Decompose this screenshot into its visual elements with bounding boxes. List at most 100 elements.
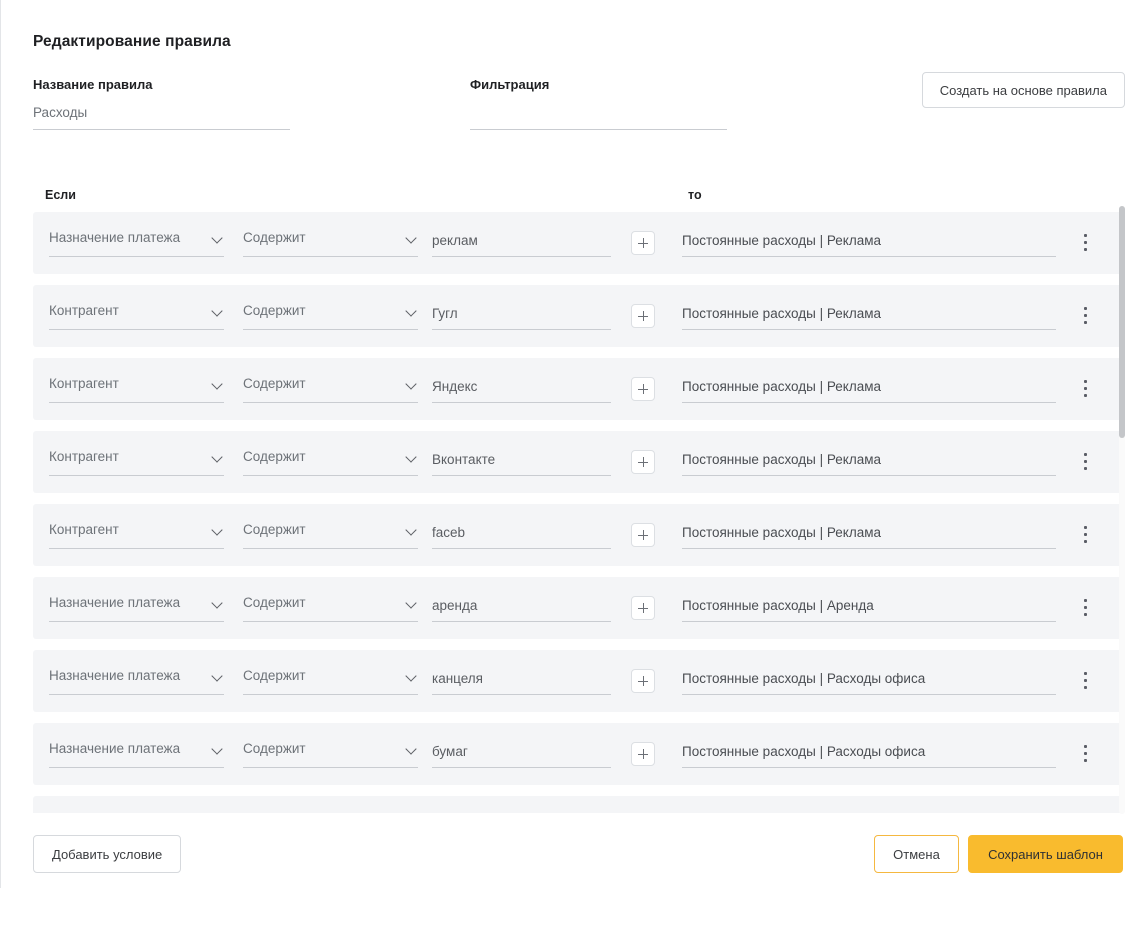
row-menu-wrap <box>1077 595 1095 621</box>
condition-operator-select[interactable]: Содержит <box>243 521 418 549</box>
plus-icon[interactable] <box>631 231 655 255</box>
condition-field-select[interactable]: Контрагент <box>49 521 224 549</box>
kebab-menu-icon[interactable] <box>1077 522 1095 548</box>
condition-row: Назначение платежа Содержит <box>33 212 1123 274</box>
conditions-scrollbar-thumb[interactable] <box>1119 206 1125 438</box>
condition-row: Назначение платежа Содержит <box>33 723 1123 785</box>
condition-operator-select[interactable]: Содержит <box>243 375 418 403</box>
cancel-button[interactable]: Отмена <box>874 835 959 873</box>
plus-icon[interactable] <box>631 596 655 620</box>
save-template-button[interactable]: Сохранить шаблон <box>968 835 1123 873</box>
condition-value-input[interactable] <box>432 667 611 695</box>
kebab-menu-icon[interactable] <box>1077 230 1095 256</box>
chevron-down-icon <box>212 232 224 244</box>
condition-value-input[interactable] <box>432 594 611 622</box>
condition-operator-select[interactable]: Содержит <box>243 667 418 695</box>
condition-result-input[interactable] <box>682 667 1056 695</box>
chevron-down-icon <box>212 743 224 755</box>
condition-row <box>33 796 1123 813</box>
condition-field-value: Контрагент <box>49 303 119 318</box>
condition-field-select[interactable]: Контрагент <box>49 302 224 330</box>
condition-value-wrap <box>432 667 611 695</box>
kebab-menu-icon[interactable] <box>1077 303 1095 329</box>
condition-field-select[interactable]: Назначение платежа <box>49 229 224 257</box>
condition-field-value: Назначение платежа <box>49 668 181 683</box>
chevron-down-icon <box>406 597 418 609</box>
condition-field-select[interactable]: Назначение платежа <box>49 594 224 622</box>
condition-result-input[interactable] <box>682 740 1056 768</box>
kebab-menu-icon[interactable] <box>1077 668 1095 694</box>
add-value-wrap <box>631 596 655 624</box>
condition-operator-value: Содержит <box>243 522 306 537</box>
condition-operator-select[interactable]: Содержит <box>243 740 418 768</box>
condition-value-wrap <box>432 740 611 768</box>
chevron-down-icon <box>406 524 418 536</box>
condition-operator-select[interactable]: Содержит <box>243 302 418 330</box>
plus-icon[interactable] <box>631 450 655 474</box>
condition-field-value: Контрагент <box>49 449 119 464</box>
condition-value-input[interactable] <box>432 229 611 257</box>
condition-field-select[interactable]: Назначение платежа <box>49 740 224 768</box>
chevron-down-icon <box>406 232 418 244</box>
condition-value-input[interactable] <box>432 448 611 476</box>
filtration-input[interactable] <box>470 100 727 130</box>
chevron-down-icon <box>212 670 224 682</box>
chevron-down-icon <box>212 451 224 463</box>
condition-row: Контрагент Содержит <box>33 504 1123 566</box>
add-value-wrap <box>631 742 655 770</box>
card-left-border <box>0 0 1 888</box>
create-from-rule-button[interactable]: Создать на основе правила <box>921 72 1125 108</box>
add-value-wrap <box>631 304 655 332</box>
condition-operator-value: Содержит <box>243 376 306 391</box>
row-menu-wrap <box>1077 668 1095 694</box>
kebab-menu-icon[interactable] <box>1077 595 1095 621</box>
kebab-menu-icon[interactable] <box>1077 449 1095 475</box>
condition-field-select[interactable]: Контрагент <box>49 375 224 403</box>
condition-operator-select[interactable]: Содержит <box>243 229 418 257</box>
condition-result-wrap <box>682 594 1056 622</box>
condition-result-input[interactable] <box>682 448 1056 476</box>
row-menu-wrap <box>1077 522 1095 548</box>
add-value-wrap <box>631 669 655 697</box>
condition-result-input[interactable] <box>682 375 1056 403</box>
plus-icon[interactable] <box>631 523 655 547</box>
condition-value-wrap <box>432 448 611 476</box>
condition-field-select[interactable]: Назначение платежа <box>49 667 224 695</box>
condition-result-wrap <box>682 302 1056 330</box>
add-value-wrap <box>631 377 655 405</box>
conditions-scroll-viewport[interactable]: Назначение платежа Содержит Контрагент Соде… <box>33 212 1123 813</box>
plus-icon[interactable] <box>631 742 655 766</box>
condition-result-wrap <box>682 448 1056 476</box>
plus-icon[interactable] <box>631 669 655 693</box>
condition-result-input[interactable] <box>682 521 1056 549</box>
add-value-wrap <box>631 523 655 551</box>
condition-row: Контрагент Содержит <box>33 358 1123 420</box>
condition-field-select[interactable]: Контрагент <box>49 448 224 476</box>
chevron-down-icon <box>406 305 418 317</box>
condition-value-input[interactable] <box>432 302 611 330</box>
conditions-scrollbar-track[interactable] <box>1119 206 1125 814</box>
condition-result-wrap <box>682 229 1056 257</box>
rule-name-input[interactable] <box>33 100 290 130</box>
condition-value-input[interactable] <box>432 740 611 768</box>
row-menu-wrap <box>1077 230 1095 256</box>
add-condition-button[interactable]: Добавить условие <box>33 835 182 873</box>
row-menu-wrap <box>1077 303 1095 329</box>
condition-value-input[interactable] <box>432 521 611 549</box>
row-menu-wrap <box>1077 449 1095 475</box>
add-value-wrap <box>631 450 655 478</box>
condition-operator-select[interactable]: Содержит <box>243 594 418 622</box>
condition-value-wrap <box>432 302 611 330</box>
condition-result-input[interactable] <box>682 302 1056 330</box>
condition-result-input[interactable] <box>682 594 1056 622</box>
condition-row: Назначение платежа Содержит <box>33 650 1123 712</box>
condition-result-input[interactable] <box>682 229 1056 257</box>
condition-operator-select[interactable]: Содержит <box>243 448 418 476</box>
condition-value-input[interactable] <box>432 375 611 403</box>
row-menu-wrap <box>1077 741 1095 767</box>
plus-icon[interactable] <box>631 377 655 401</box>
chevron-down-icon <box>406 670 418 682</box>
kebab-menu-icon[interactable] <box>1077 741 1095 767</box>
kebab-menu-icon[interactable] <box>1077 376 1095 402</box>
plus-icon[interactable] <box>631 304 655 328</box>
